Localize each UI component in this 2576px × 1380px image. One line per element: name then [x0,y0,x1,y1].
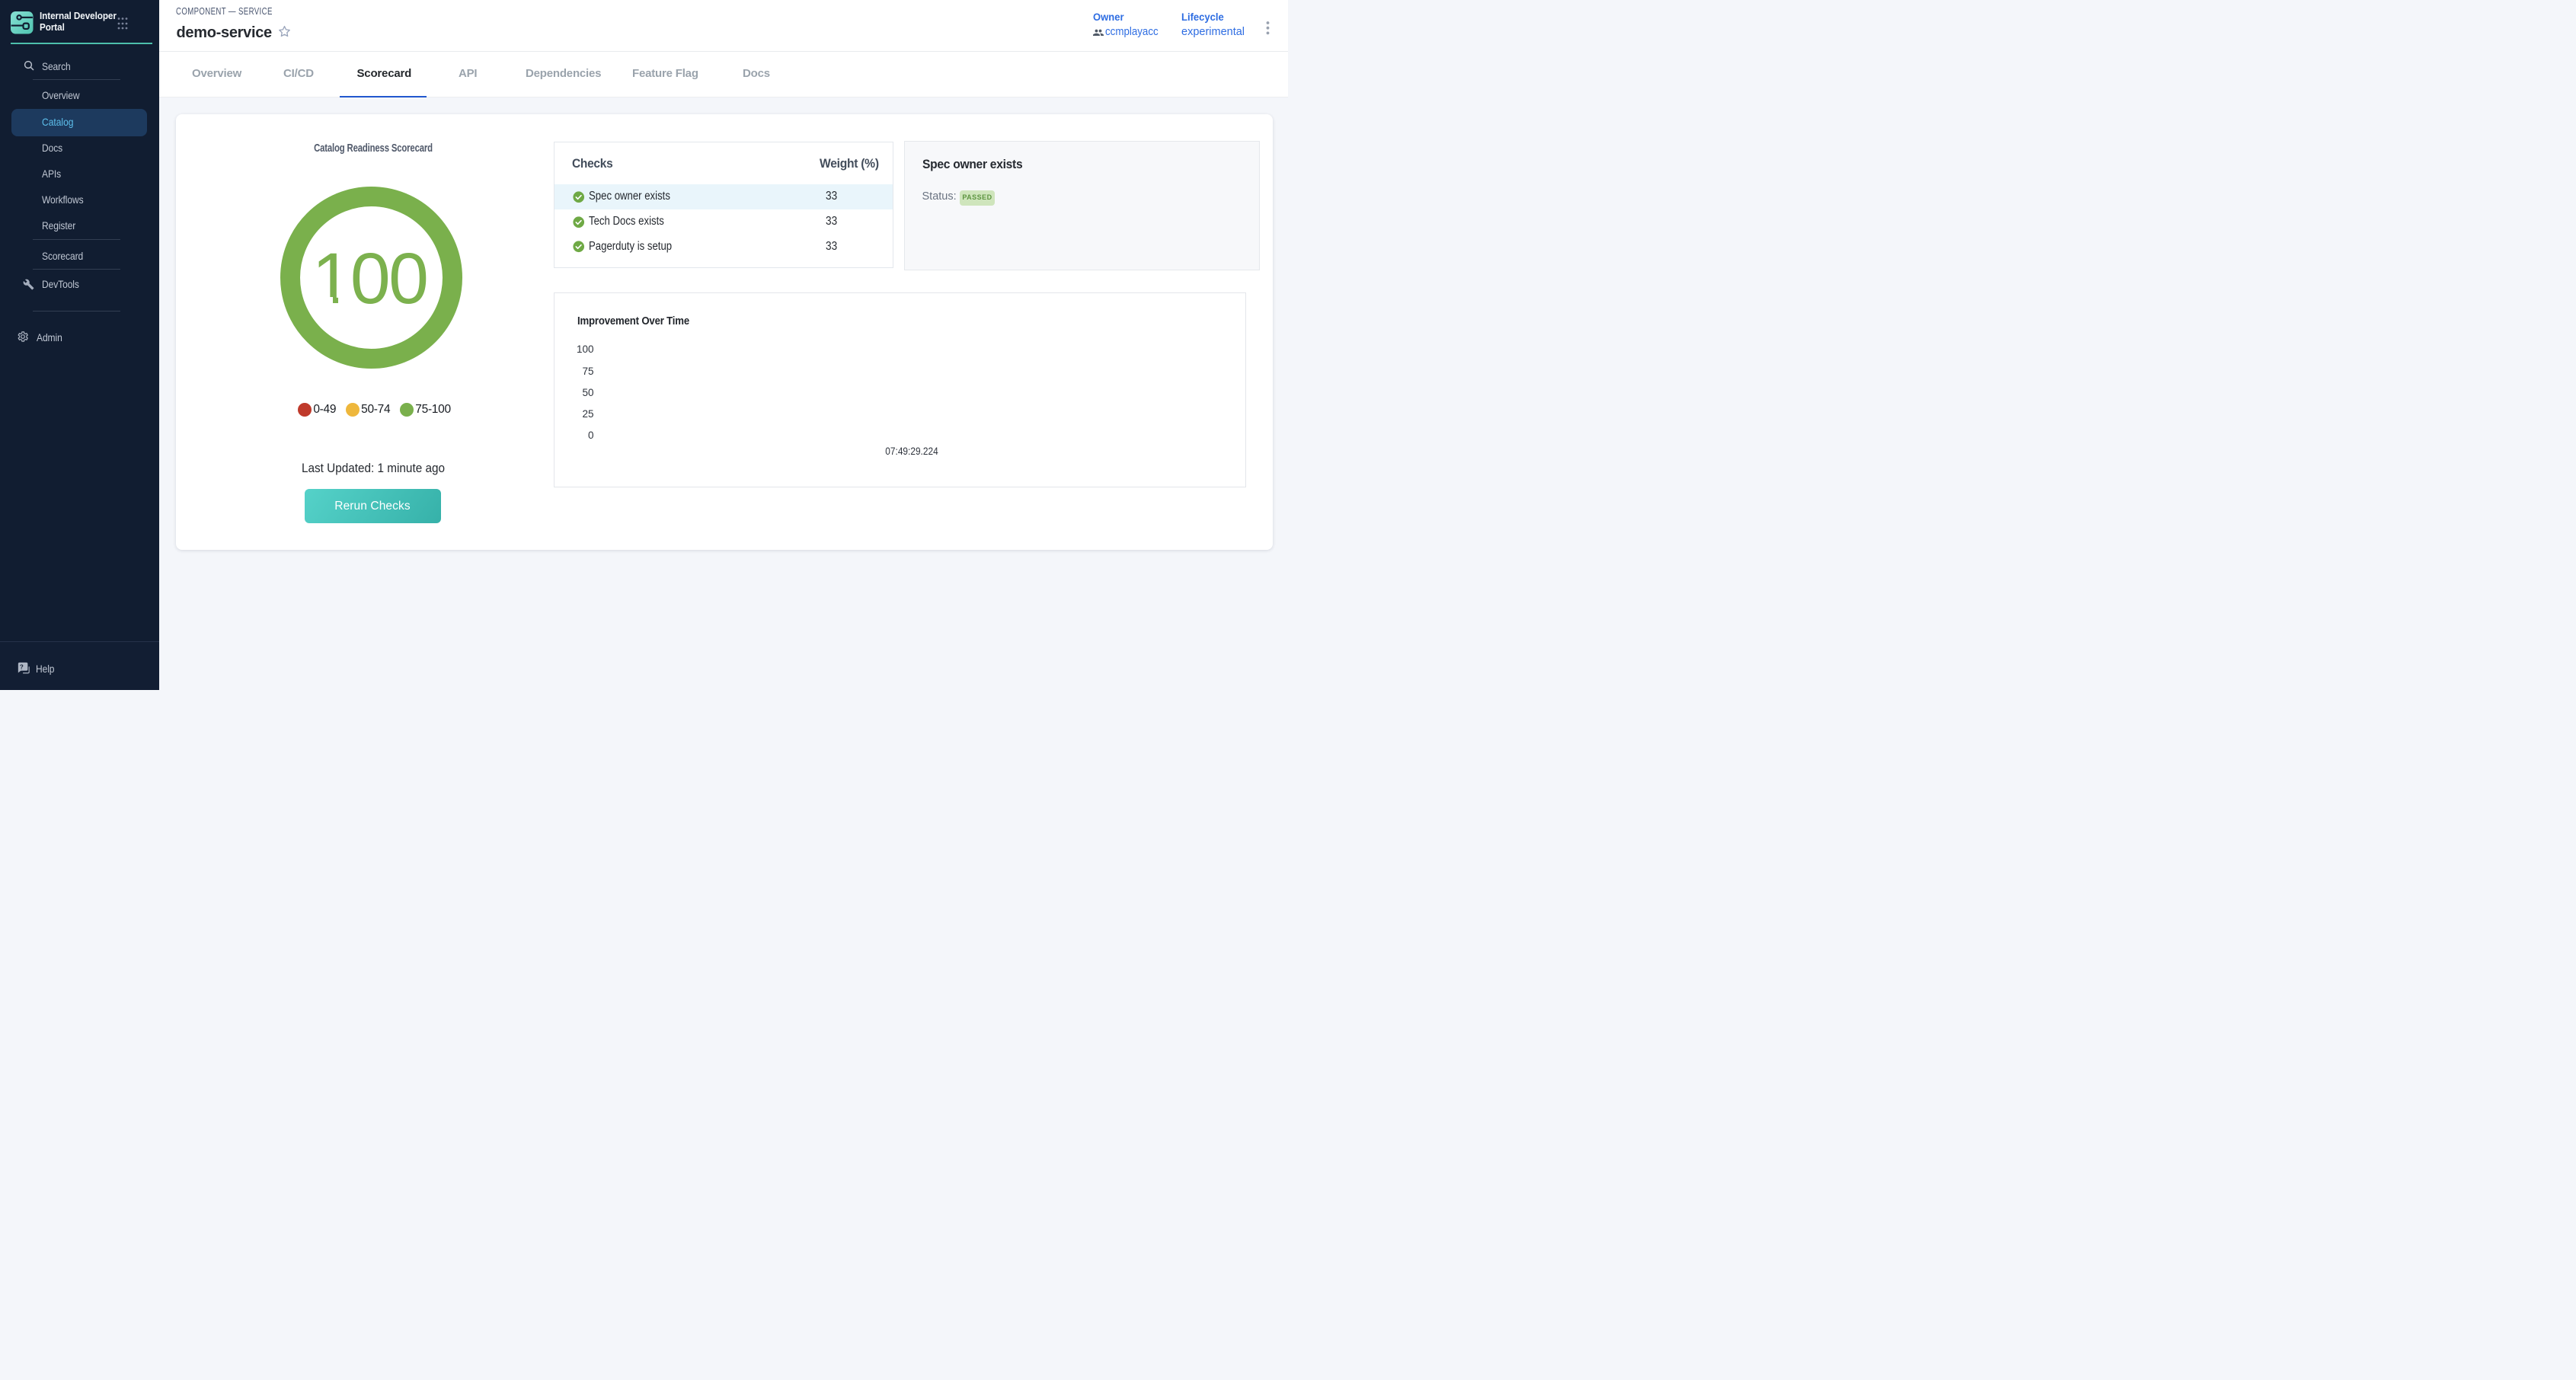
svg-text:?: ? [20,663,24,670]
